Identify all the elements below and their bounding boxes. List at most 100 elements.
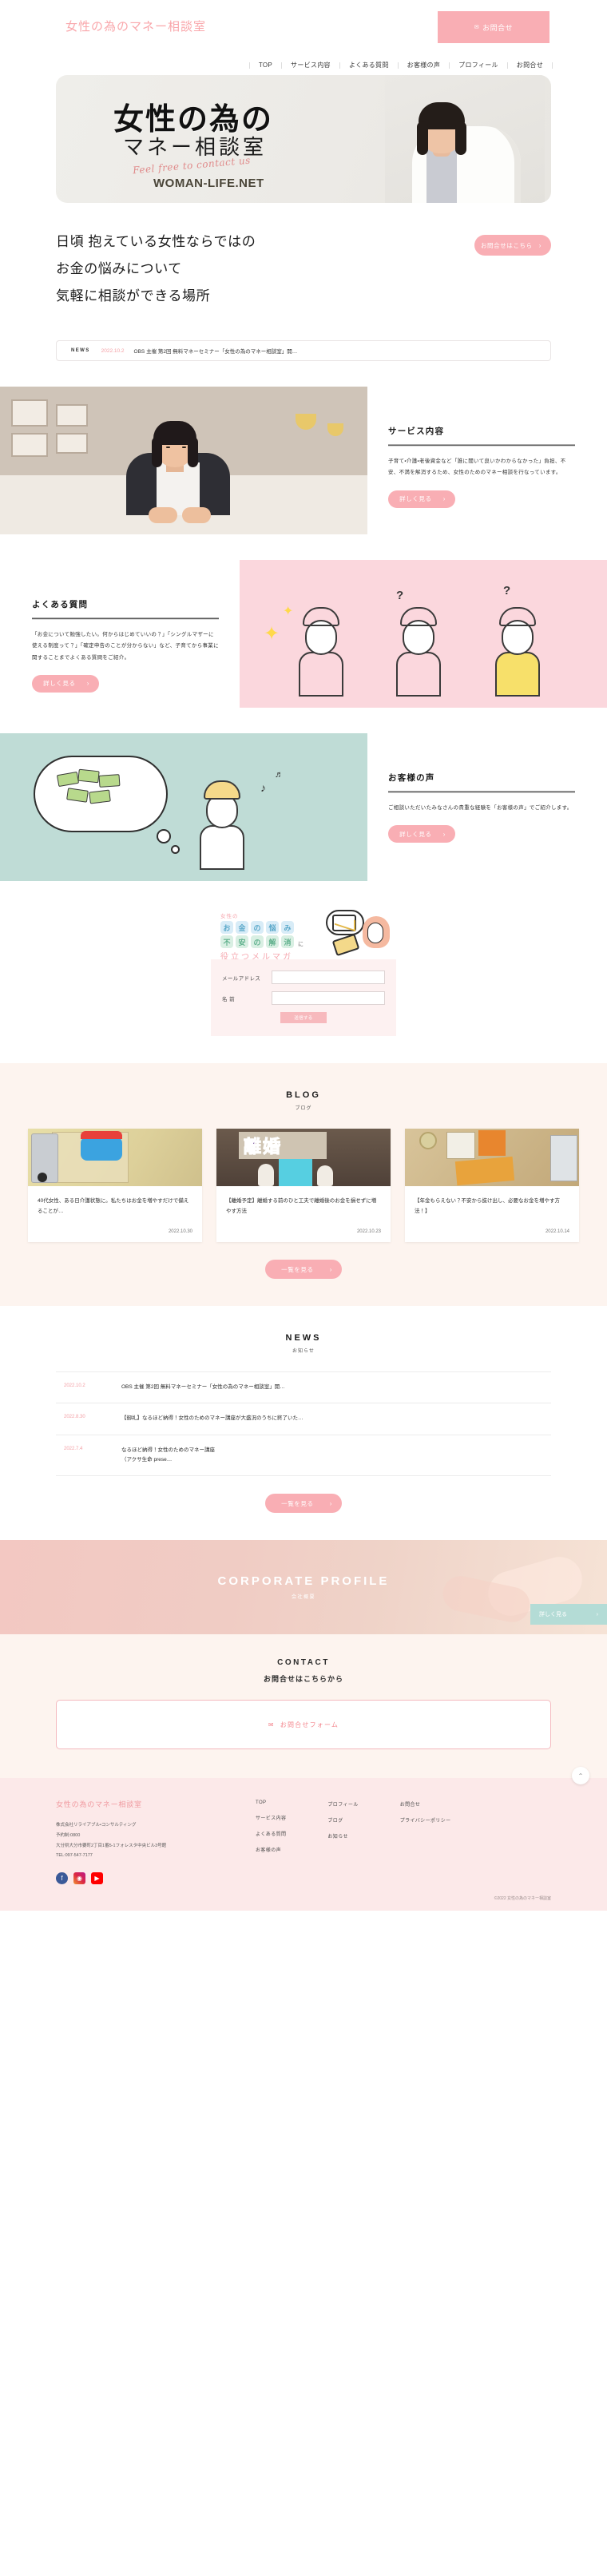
footer-link-faq[interactable]: よくある質問 [256,1830,286,1837]
chevron-right-icon: › [596,1611,598,1617]
contact-form-button[interactable]: ✉ お問合せフォーム [56,1700,551,1750]
ticker-text: OBS 主催 第2回 無料マネーセミナー「女性の為のマネー相談室」開… [133,349,298,355]
newsletter-banner: 女性の お 金 の 悩 み 不 安 の 解 消 に 役立つメルマガ ＼ 日高 [211,907,396,959]
faq-illustration: ✦ ✦ ? ? [240,560,607,708]
service-more-label: 詳しく見る [399,495,432,503]
blog-card[interactable]: 【年金もらえない？不安から抜け出し、必要なお金を増やす方法！】 2022.10.… [405,1129,579,1242]
nav-item-voice[interactable]: お客様の声 [397,62,450,69]
news-list-item[interactable]: 2022.10.2 OBS 主催 第2回 無料マネーセミナー「女性の為のマネー相… [56,1371,551,1404]
newsletter-name-input[interactable] [272,991,385,1005]
news-more-button[interactable]: 一覧を見る › [265,1494,342,1514]
site-footer: ⌃ 女性の為のマネー相談室 株式会社リライアブル・コンサルティング 予約制:08… [0,1767,607,1911]
footer-link-privacy[interactable]: プライバシーポリシー [400,1816,451,1824]
blog-card-title: 40代女性、ある日介護状態に。私たちはお金を増やすだけで備えることが… [38,1198,189,1214]
footer-address-line: 大分県大分市要町2丁目1番5-1フォレスタ中央ビル3号館 [56,1843,167,1848]
newsletter-email-label: メールアドレス [222,975,261,982]
footer-link-blog[interactable]: ブログ [327,1816,358,1824]
nav-item-service[interactable]: サービス内容 [281,62,339,69]
newsletter-tail: に [298,942,304,947]
nav-item-contact[interactable]: お問合せ [506,62,553,69]
footer-link-news[interactable]: お知らせ [327,1832,358,1840]
news-item-title: なるほど納得！女性のためのマネー講座 （アクサ生命 prese… [121,1447,215,1463]
blog-title-jp: ブログ [295,1106,312,1111]
question-mark-icon: ? [396,589,404,602]
chevron-right-icon: › [442,495,446,503]
nav-item-top[interactable]: TOP [248,62,281,69]
blog-card-thumbnail [405,1129,579,1186]
footer-company-info: 女性の為のマネー相談室 株式会社リライアブル・コンサルティング 予約制:0800… [56,1799,256,1884]
phone-icon [331,933,360,957]
question-mark-icon: ? [503,584,511,597]
chip: み [281,921,294,934]
service-more-button[interactable]: 詳しく見る › [388,490,455,508]
news-heading: NEWS お知らせ [0,1333,607,1354]
hero-url: WOMAN-LIFE.NET [153,177,264,190]
newsletter-email-input[interactable] [272,970,385,984]
blog-section: BLOG ブログ 40代女性、ある日介護状態に。私たちはお金を増やすだけで備える… [0,1063,607,1306]
footer-link-profile[interactable]: プロフィール [327,1800,358,1808]
corporate-more-button[interactable]: 詳しく見る › [530,1604,607,1625]
nav-item-faq[interactable]: よくある質問 [339,62,398,69]
chevron-right-icon: › [329,1265,332,1273]
nav-item-profile[interactable]: プロフィール [449,62,507,69]
newsletter-submit-button[interactable]: 送信する [280,1012,327,1023]
main-nav: TOP サービス内容 よくある質問 お客様の声 プロフィール お問合せ [248,62,553,69]
corporate-more-label: 詳しく見る [539,1612,567,1618]
blog-card[interactable]: 40代女性、ある日介護状態に。私たちはお金を増やすだけで備えることが… 2022… [28,1129,202,1242]
footer-phone: TEL:097-547-7177 [56,1853,93,1859]
contact-title-en: CONTACT [277,1658,330,1668]
voice-body: ご相談いただいたみなさんの貴重な経験を「お客様の声」でご紹介します。 [388,805,573,811]
intro-line1: 日頃 抱えている女性ならではの [56,234,256,249]
news-ticker[interactable]: NEWS 2022.10.2 OBS 主催 第2回 無料マネーセミナー「女性の為… [56,340,551,361]
faq-more-button[interactable]: 詳しく見る › [32,674,99,693]
blog-more-label: 一覧を見る [281,1265,314,1273]
youtube-icon[interactable]: ▶ [91,1871,103,1884]
service-text: サービス内容 子育て・介護・老後資金など「誰に聞いて良いかわからなかった」負担、… [367,387,607,534]
divider [388,791,575,793]
footer-link-top[interactable]: TOP [256,1800,286,1805]
voice-illustration: ♪ ♬ [0,733,367,881]
voice-more-label: 詳しく見る [399,830,432,838]
chip: 解 [266,935,279,948]
star-icon: ✦ [264,623,280,645]
chevron-right-icon: › [538,241,542,249]
back-to-top-button[interactable]: ⌃ [572,1767,589,1785]
blog-more-button[interactable]: 一覧を見る › [265,1260,342,1279]
news-more-label: 一覧を見る [281,1499,314,1507]
footer-link-contact[interactable]: お問合せ [400,1800,451,1808]
chevron-right-icon: › [86,680,89,688]
voice-title: お客様の声 [388,773,435,783]
news-list-item[interactable]: 2022.7.4 なるほど納得！女性のためのマネー講座 （アクサ生命 prese… [56,1435,551,1477]
chip: 不 [220,935,233,948]
chip: 安 [236,935,248,948]
newsletter-section: 女性の お 金 の 悩 み 不 安 の 解 消 に 役立つメルマガ ＼ 日高 [0,907,607,1063]
footer-column-3: お問合せ プライバシーポリシー [400,1800,451,1884]
news-title-en: NEWS [285,1333,322,1343]
chip: 金 [236,921,248,934]
chip: 悩 [266,921,279,934]
footer-company-name: 株式会社リライアブル・コンサルティング [56,1823,137,1828]
footer-link-service[interactable]: サービス内容 [256,1814,286,1821]
divider [32,617,219,620]
site-brand: 女性の為のマネー相談室 [65,20,207,34]
voice-more-button[interactable]: 詳しく見る › [388,825,455,843]
header-contact-button[interactable]: ✉ お問合せ [438,11,549,43]
blog-card-thumbnail: 離婚 [216,1129,391,1186]
intro-contact-button[interactable]: お問合せはこちら › [474,235,551,256]
newsletter-name-row: 名 前 [222,991,385,1005]
mail-icon: ✉ [268,1721,275,1729]
news-section: NEWS お知らせ 2022.10.2 OBS 主催 第2回 無料マネーセミナー… [0,1306,607,1541]
blog-card[interactable]: 離婚 【離婚予定】離婚する前のひと工夫で離婚後のお金を損せずに増やす方法 202… [216,1129,391,1242]
footer-link-voice[interactable]: お客様の声 [256,1846,286,1853]
star-icon: ✦ [283,605,294,618]
footer-brand: 女性の為のマネー相談室 [56,1800,142,1809]
faq-body: 「お金について勉強したい。何からはじめていいの？」「シングルマザーに使える制度っ… [32,632,219,661]
facebook-icon[interactable]: f [56,1871,68,1884]
news-list-item[interactable]: 2022.8.30 【御礼】なるほど納得！女性のためのマネー講座が大盛況のうちに… [56,1403,551,1435]
intro-contact-label: お問合せはこちら [480,241,533,249]
newsletter-card: 女性の お 金 の 悩 み 不 安 の 解 消 に 役立つメルマガ ＼ 日高 [211,907,396,1036]
instagram-icon[interactable]: ◉ [73,1871,85,1884]
contact-title-jp: お問合せはこちらから [263,1675,343,1684]
mail-icon: ✉ [474,25,480,30]
voice-block: ♪ ♬ お客様の声 ご相談いただいたみなさんの貴重な経験を「お客様の声」でご紹介… [0,733,607,881]
